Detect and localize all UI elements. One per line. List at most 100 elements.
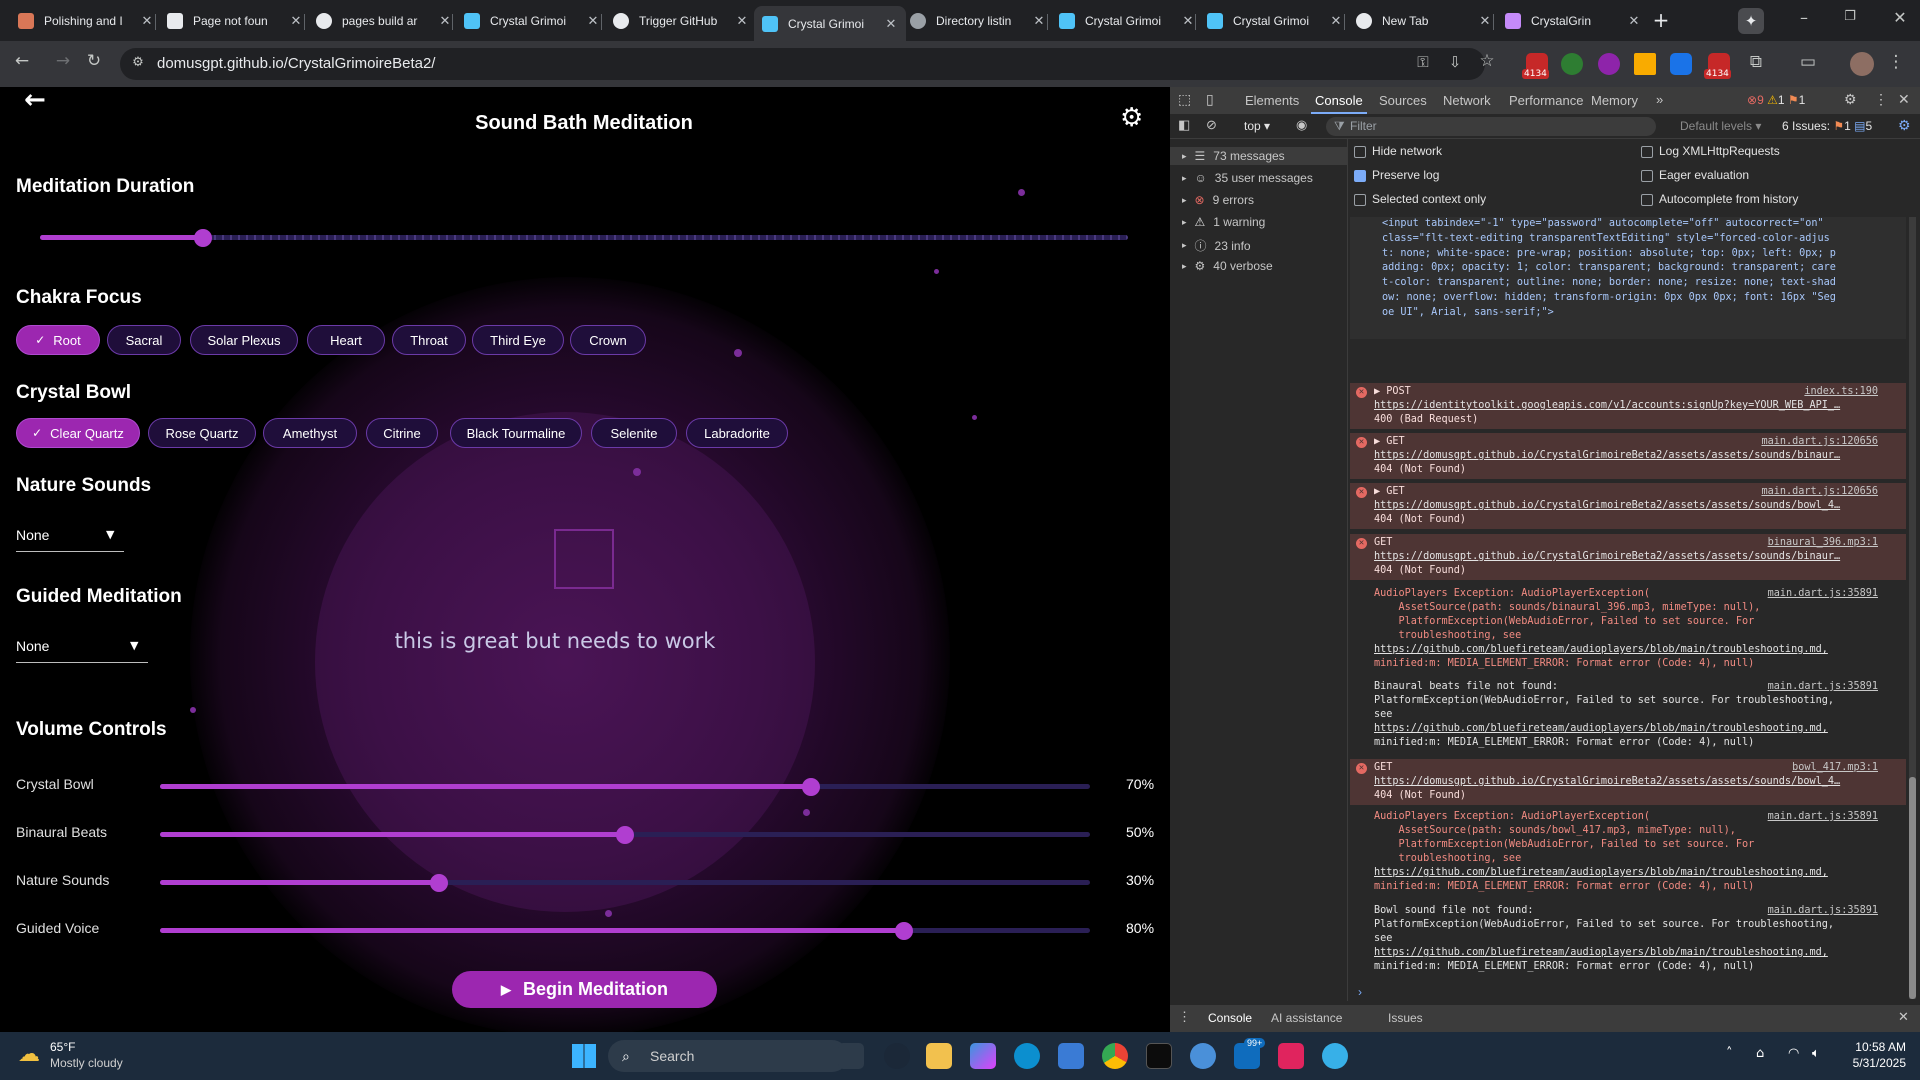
sidebar-filter-item[interactable]: ▸ ☺ 35 user messages — [1182, 171, 1313, 185]
site-info-icon[interactable]: ⚙ — [126, 55, 150, 70]
password-key-icon[interactable]: ⚿ — [1411, 53, 1435, 71]
inspect-element-icon[interactable]: ⬚ — [1178, 91, 1191, 108]
weather-cloud-icon[interactable]: ☁ — [18, 1042, 40, 1067]
browser-tab[interactable]: Crystal Grimoi ✕ — [456, 6, 608, 35]
drawer-tab[interactable]: AI assistance — [1271, 1011, 1342, 1025]
volume-slider-thumb[interactable] — [895, 922, 913, 940]
browser-menu-icon[interactable]: ⋮ — [1884, 52, 1908, 72]
setting-checkbox[interactable] — [1641, 194, 1653, 206]
volume-slider-thumb[interactable] — [802, 778, 820, 796]
browser-tab[interactable]: Crystal Grimoi ✕ — [754, 6, 906, 41]
clear-console-icon[interactable]: ⊘ — [1206, 117, 1217, 133]
console-prompt-caret[interactable]: › — [1358, 985, 1362, 999]
crystal-chip[interactable]: Selenite — [591, 418, 677, 448]
sidebar-toggle-icon[interactable]: ◧ — [1178, 117, 1190, 133]
close-tab-icon[interactable]: ✕ — [884, 16, 898, 32]
expand-arrow-icon[interactable]: ▸ — [1182, 217, 1187, 228]
chrome-ext-icon[interactable] — [1598, 53, 1620, 75]
chakra-chip[interactable]: ✓ Root — [16, 325, 100, 355]
console-exception-message[interactable]: AudioPlayers Exception: AudioPlayerExcep… — [1350, 585, 1906, 673]
message-source-link[interactable]: main.dart.js:35891 — [1768, 587, 1878, 601]
chakra-chip[interactable]: Heart — [307, 325, 385, 355]
expand-arrow-icon[interactable]: ▸ — [1182, 151, 1187, 162]
new-tab-plus-icon[interactable]: + — [1649, 8, 1673, 32]
setting-checkbox[interactable] — [1354, 170, 1366, 182]
message-url-link[interactable]: https://github.com/bluefireteam/audiopla… — [1374, 947, 1828, 958]
duration-slider-thumb[interactable] — [194, 229, 213, 247]
message-url-link[interactable]: https://domusgpt.github.io/CrystalGrimoi… — [1374, 450, 1840, 461]
console-log-message[interactable]: Bowl sound file not found: PlatformExcep… — [1350, 902, 1906, 978]
close-tab-icon[interactable]: ✕ — [586, 13, 600, 29]
devtools-tab[interactable]: Performance — [1509, 93, 1583, 108]
expand-arrow-icon[interactable]: ▸ — [1182, 240, 1187, 251]
expand-arrow-icon[interactable]: ▸ — [1182, 173, 1187, 184]
message-url-link[interactable]: https://identitytoolkit.googleapis.com/v… — [1374, 400, 1840, 411]
expand-arrow-icon[interactable]: ▸ — [1182, 261, 1187, 272]
more-tabs-icon[interactable]: » — [1656, 92, 1663, 107]
bookmark-star-icon[interactable]: ☆ — [1475, 51, 1499, 71]
drawer-tab[interactable]: Issues — [1388, 1011, 1423, 1025]
tray-wifi-icon[interactable]: ◠ — [1788, 1046, 1799, 1061]
restore-window-icon[interactable]: ❐ — [1838, 9, 1862, 24]
filter-input[interactable]: ⧩ Filter — [1326, 117, 1656, 136]
tray-network-icon[interactable]: ⌂ — [1756, 1046, 1764, 1061]
chakra-chip[interactable]: Throat — [392, 325, 466, 355]
browser-tab[interactable]: Crystal Grimoi ✕ — [1051, 6, 1203, 35]
live-expression-eye-icon[interactable]: ◉ — [1296, 117, 1307, 133]
console-error-message[interactable]: ✕ ▶ POST https://identitytoolkit.googleap… — [1350, 383, 1906, 429]
crystal-chip[interactable]: Amethyst — [263, 418, 357, 448]
snipping-tool-icon[interactable] — [1278, 1043, 1304, 1069]
clock-time[interactable]: 10:58 AM — [1836, 1040, 1906, 1054]
nature-sounds-dropdown[interactable]: None — [16, 527, 49, 543]
drawer-tab[interactable]: Console — [1208, 1011, 1252, 1025]
reload-icon[interactable]: ↻ — [82, 51, 106, 71]
steam-icon[interactable] — [884, 1043, 910, 1069]
setting-checkbox[interactable] — [1354, 194, 1366, 206]
context-select[interactable]: top ▾ — [1244, 119, 1270, 133]
tray-chevron-up-icon[interactable]: ˄ — [1726, 1046, 1733, 1061]
message-url-link[interactable]: https://domusgpt.github.io/CrystalGrimoi… — [1374, 551, 1840, 562]
issues-counter[interactable]: 6 Issues: ⚑1 ▤5 — [1782, 119, 1872, 133]
message-source-link[interactable]: main.dart.js:35891 — [1768, 680, 1878, 694]
close-tab-icon[interactable]: ✕ — [735, 13, 749, 29]
message-source-link[interactable]: main.dart.js:35891 — [1768, 810, 1878, 824]
sidebar-filter-item[interactable]: ▸ ⚠ 1 warning — [1182, 215, 1265, 229]
setting-checkbox[interactable] — [1641, 146, 1653, 158]
message-url-link[interactable]: https://github.com/bluefireteam/audiopla… — [1374, 723, 1828, 734]
message-source-link[interactable]: bowl_417.mp3:1 — [1792, 761, 1878, 775]
extensions-puzzle-icon[interactable]: ⧉ — [1744, 52, 1768, 72]
message-url-link[interactable]: https://domusgpt.github.io/CrystalGrimoi… — [1374, 500, 1840, 511]
chakra-chip[interactable]: Third Eye — [472, 325, 564, 355]
side-panel-icon[interactable]: ▭ — [1796, 52, 1820, 72]
message-source-link[interactable]: binaural_396.mp3:1 — [1768, 536, 1878, 550]
devtools-tab[interactable]: Console — [1315, 93, 1363, 108]
device-toolbar-icon[interactable]: ▯ — [1206, 91, 1214, 108]
edge-icon[interactable] — [1014, 1043, 1040, 1069]
begin-meditation-button[interactable]: ▶ Begin Meditation — [452, 971, 717, 1008]
app-globe-icon[interactable] — [1322, 1043, 1348, 1069]
file-explorer-icon[interactable] — [926, 1043, 952, 1069]
url-text[interactable]: domusgpt.github.io/CrystalGrimoireBeta2/ — [157, 55, 435, 72]
taskview-icon[interactable] — [838, 1043, 864, 1069]
windows-start-icon[interactable] — [572, 1044, 596, 1068]
forward-arrow-icon[interactable]: → — [51, 51, 75, 71]
sidebar-filter-item[interactable]: ▸ ⊗ 9 errors — [1182, 193, 1254, 207]
sidebar-filter-item[interactable]: ▸ ⚙ 40 verbose — [1182, 259, 1273, 273]
console-error-message[interactable]: ✕ GET https://domusgpt.github.io/CrystalG… — [1350, 759, 1906, 805]
taskbar-search-box[interactable]: ⌕ Search — [608, 1040, 848, 1072]
back-arrow-icon[interactable]: ← — [10, 51, 34, 71]
message-source-link[interactable]: main.dart.js:35891 — [1768, 904, 1878, 918]
nature-chevron-down-icon[interactable]: ▼ — [106, 528, 114, 541]
drawer-close-icon[interactable]: ✕ — [1898, 1009, 1909, 1025]
minimize-window-icon[interactable]: – — [1792, 8, 1816, 27]
chakra-chip[interactable]: Sacral — [107, 325, 181, 355]
browser-tab[interactable]: pages build ar ✕ — [308, 6, 460, 35]
volume-slider-thumb[interactable] — [616, 826, 634, 844]
crystal-chip[interactable]: Black Tourmaline — [450, 418, 582, 448]
close-tab-icon[interactable]: ✕ — [1627, 13, 1641, 29]
log-levels-select[interactable]: Default levels ▾ — [1680, 119, 1761, 133]
close-tab-icon[interactable]: ✕ — [1181, 13, 1195, 29]
console-error-message[interactable]: ✕ GET https://domusgpt.github.io/CrystalG… — [1350, 534, 1906, 580]
message-url-link[interactable]: https://github.com/bluefireteam/audiopla… — [1374, 644, 1828, 655]
close-tab-icon[interactable]: ✕ — [140, 13, 154, 29]
